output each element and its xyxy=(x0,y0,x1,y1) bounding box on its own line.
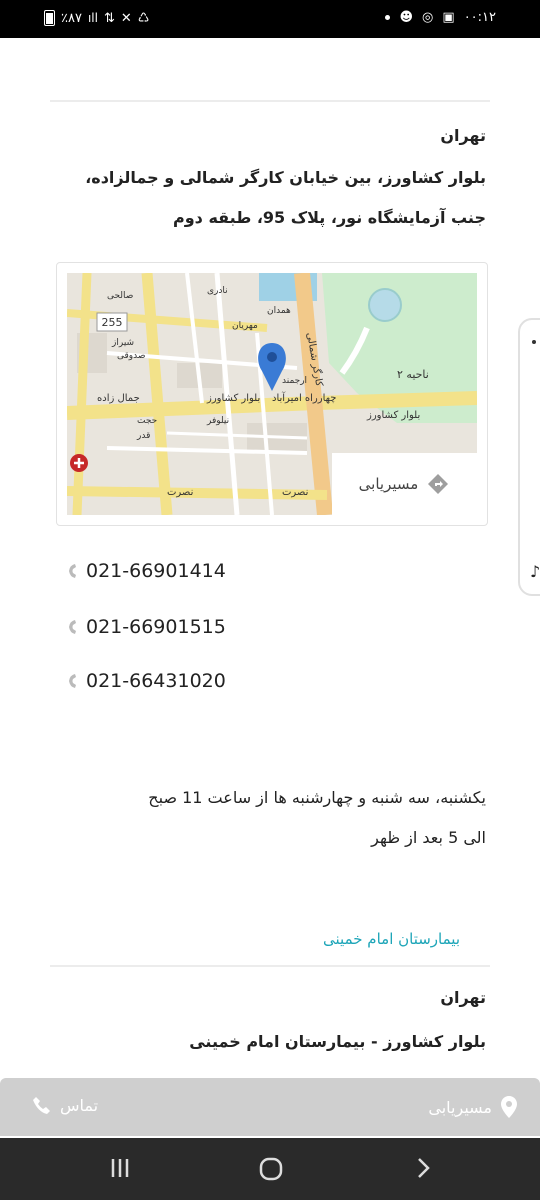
battery-level: ٪۸۷ xyxy=(61,10,82,26)
hours-line-2: الی 5 بعد از ظهر xyxy=(371,828,486,847)
map-label-naderi: نادری xyxy=(207,286,228,296)
map-label-hamedan: همدان xyxy=(267,306,291,316)
clock: ۰۰:۱۲ xyxy=(463,10,496,25)
map-label-district: ناحیه ۲ xyxy=(397,368,429,381)
map-label-sadooghi: صدوقی xyxy=(117,351,146,361)
signal-icon: ıll xyxy=(87,11,98,25)
routing-label: مسیریابی xyxy=(428,1097,492,1117)
status-right: ☻ ◎ ▣ ۰۰:۱۲ xyxy=(385,10,496,25)
map-label-hejat: حجت xyxy=(137,416,157,426)
mute-icon: ✕ xyxy=(120,10,132,26)
recent-apps-icon[interactable] xyxy=(108,1156,132,1180)
handle-dot-icon xyxy=(532,340,536,344)
phone-number[interactable]: 021-66431020 xyxy=(86,670,226,692)
map-label-shiraz: شیراز xyxy=(111,338,134,348)
phone-icon xyxy=(69,674,76,688)
side-panel-handle[interactable]: ♪ xyxy=(518,318,540,596)
phone-row[interactable]: 021-66901414 xyxy=(66,556,226,586)
map-label-niloufar: نیلوفر xyxy=(206,416,229,426)
city-label: تهران xyxy=(440,988,486,1007)
city-label: تهران xyxy=(440,126,486,145)
map-routing-label: مسیریابی xyxy=(358,475,419,493)
map-label-square: چهارراه امیرآباد xyxy=(272,391,336,404)
system-nav-bar xyxy=(0,1138,540,1200)
bottom-action-bar: مسیریابی تماس xyxy=(0,1078,540,1136)
location-pin-icon xyxy=(501,1096,517,1118)
music-note-icon: ♪ xyxy=(530,562,540,581)
address-line: بلوار کشاورز - بیمارستان امام خمینی xyxy=(189,1032,486,1051)
map-label-blvd-east: بلوار کشاورز xyxy=(366,410,420,421)
status-left: ٪۸۷ ıll ⇅ ✕ ♺ xyxy=(44,10,149,26)
status-bar: ٪۸۷ ıll ⇅ ✕ ♺ ☻ ◎ ▣ ۰۰:۱۲ xyxy=(0,0,540,38)
map-road-number: 255 xyxy=(102,316,123,329)
map-label-mehrian: مهریان xyxy=(232,321,258,331)
phone-icon xyxy=(69,620,76,634)
divider xyxy=(50,100,490,102)
map-label-arjmand: ارجمند xyxy=(282,376,307,386)
app-icon: ☻ xyxy=(399,10,414,25)
hospital-link[interactable]: بیمارستان امام خمینی xyxy=(323,930,460,948)
divider xyxy=(50,965,490,967)
map-label-ghadr: قدر xyxy=(136,431,150,441)
map-label-nosrat-2: نصرت xyxy=(282,487,308,498)
map-label-jamalzadeh: جمال زاده xyxy=(97,393,140,404)
directions-icon xyxy=(428,474,449,494)
back-icon[interactable] xyxy=(412,1156,434,1180)
map-routing-button[interactable]: مسیریابی xyxy=(332,453,477,515)
phone-icon xyxy=(33,1097,50,1114)
recycle-icon: ♺ xyxy=(137,10,150,26)
call-label: تماس xyxy=(60,1095,99,1115)
hours-line-1: یکشنبه، سه شنبه و چهارشنبه ها از ساعت 11… xyxy=(148,788,486,807)
map-view[interactable]: 255 بلوار کشاورز چهارراه امیرآباد ناحیه … xyxy=(67,273,477,515)
address-line-2: جنب آزمایشگاه نور، پلاک 95، طبقه دوم xyxy=(173,208,486,227)
home-icon[interactable] xyxy=(258,1156,284,1182)
phone-row[interactable]: 021-66431020 xyxy=(66,666,226,696)
gallery-icon: ▣ xyxy=(442,10,455,25)
phone-number[interactable]: 021-66901515 xyxy=(86,616,226,638)
map-label-salehi: صالحی xyxy=(107,291,133,301)
map-label-nosrat: نصرت xyxy=(167,487,193,498)
routing-button[interactable]: مسیریابی xyxy=(428,1095,518,1119)
map-label-blvd: بلوار کشاورز xyxy=(206,393,260,404)
phone-row[interactable]: 021-66901515 xyxy=(66,612,226,642)
map-card[interactable]: 255 بلوار کشاورز چهارراه امیرآباد ناحیه … xyxy=(56,262,488,526)
chrome-icon: ◎ xyxy=(422,10,434,25)
data-icon: ⇅ xyxy=(103,10,115,26)
battery-icon xyxy=(44,10,55,26)
call-button[interactable]: تماس xyxy=(32,1095,98,1115)
phone-number[interactable]: 021-66901414 xyxy=(86,560,226,582)
address-line-1: بلوار کشاورز، بین خیابان کارگر شمالی و ج… xyxy=(85,168,486,187)
phone-icon xyxy=(69,564,76,578)
notification-dot-icon xyxy=(385,15,391,20)
working-hours: یکشنبه، سه شنبه و چهارشنبه ها از ساعت 11… xyxy=(66,778,486,858)
